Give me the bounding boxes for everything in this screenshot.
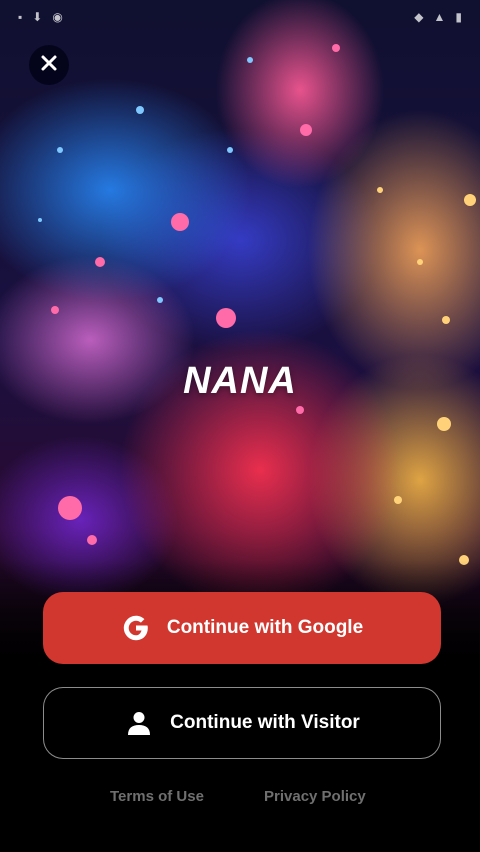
close-button[interactable] xyxy=(29,45,69,85)
google-button-label: Continue with Google xyxy=(166,617,364,638)
download-icon: ⬇ xyxy=(32,10,43,24)
status-left: ▪ ⬇ ◉ xyxy=(18,10,63,24)
continue-with-visitor-button[interactable]: Continue with Visitor xyxy=(43,687,441,759)
battery-icon: ▮ xyxy=(455,10,462,24)
google-icon xyxy=(121,613,151,643)
sync-icon: ◉ xyxy=(52,10,63,24)
wifi-icon: ◆ xyxy=(414,10,424,24)
person-icon xyxy=(124,708,154,738)
signal-icon: ▲ xyxy=(433,10,446,24)
notification-icon: ▪ xyxy=(18,10,23,24)
footer-links: Terms of Use Privacy Policy xyxy=(0,788,480,812)
app-logo: NANA xyxy=(183,360,297,402)
status-right: ◆ ▲ ▮ xyxy=(414,10,462,24)
terms-of-use-link[interactable]: Terms of Use xyxy=(110,788,204,805)
visitor-button-label: Continue with Visitor xyxy=(170,712,360,733)
privacy-policy-link[interactable]: Privacy Policy xyxy=(264,788,366,805)
login-screen: ▪ ⬇ ◉ ◆ ▲ ▮ NANA Continue with Google Co… xyxy=(0,0,480,852)
close-icon xyxy=(40,54,58,77)
status-bar: ▪ ⬇ ◉ ◆ ▲ ▮ xyxy=(0,0,480,34)
continue-with-google-button[interactable]: Continue with Google xyxy=(43,592,441,664)
